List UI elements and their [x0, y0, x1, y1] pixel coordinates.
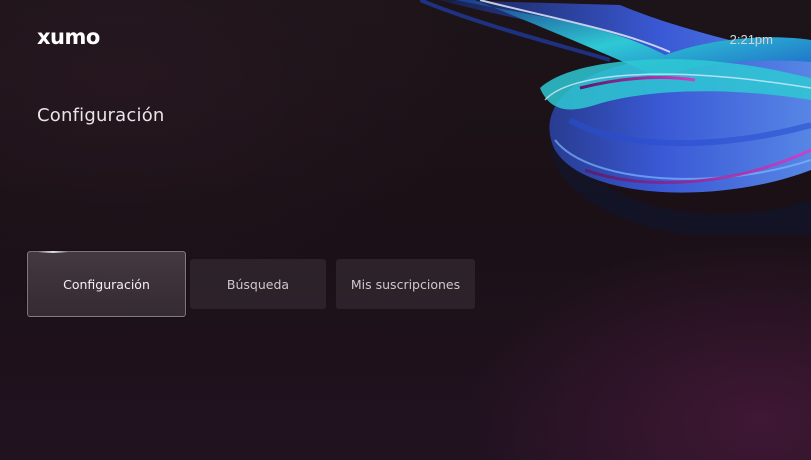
tab-configuracion[interactable]: Configuración: [27, 251, 186, 317]
tab-label: Mis suscripciones: [350, 276, 461, 292]
tab-label: Búsqueda: [226, 276, 290, 292]
tab-mis-suscripciones[interactable]: Mis suscripciones: [336, 259, 475, 309]
settings-screen: xumo 2:21pm Configuración Configuración …: [0, 0, 811, 460]
clock: 2:21pm: [729, 32, 773, 47]
svg-text:xumo: xumo: [37, 26, 100, 48]
tab-label: Configuración: [63, 276, 150, 292]
page-title: Configuración: [37, 105, 165, 127]
tab-busqueda[interactable]: Búsqueda: [190, 259, 326, 309]
xumo-logo: xumo: [37, 26, 100, 48]
